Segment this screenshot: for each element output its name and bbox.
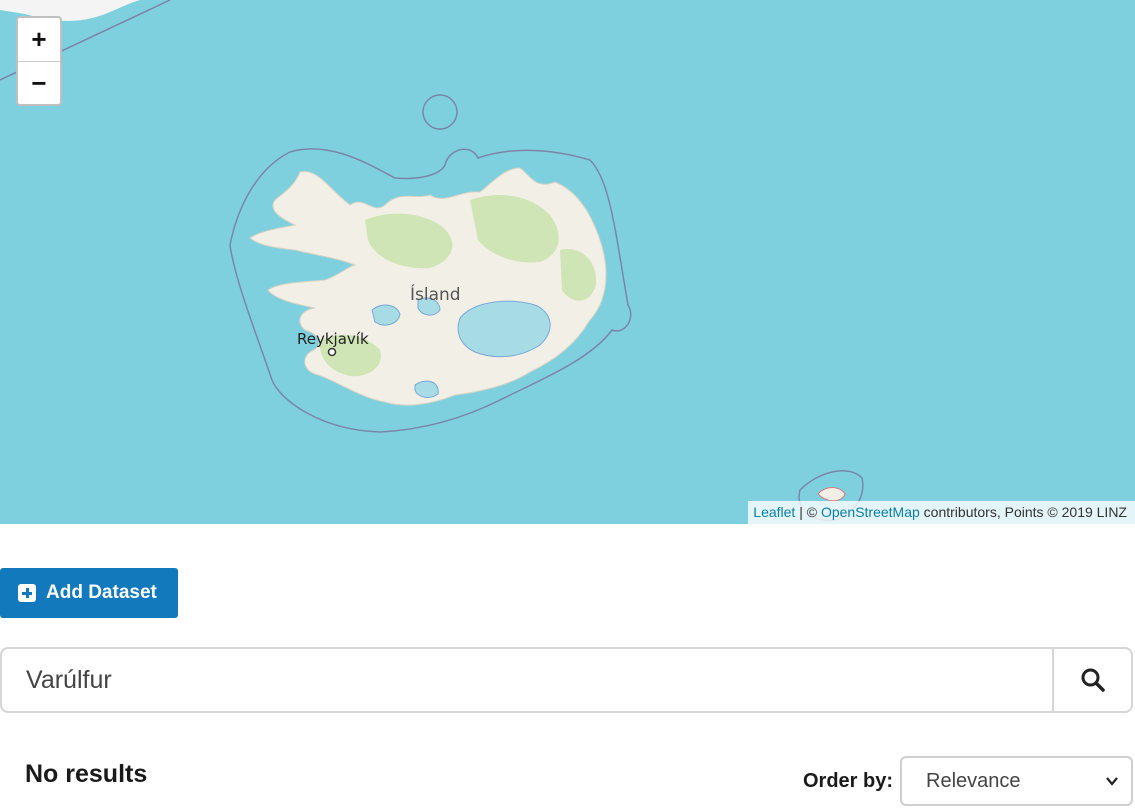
osm-link[interactable]: OpenStreetMap <box>821 504 920 520</box>
country-label: Ísland <box>410 283 461 305</box>
map-view[interactable]: Ísland Reykjavík + − Leaflet | © OpenStr… <box>0 0 1135 524</box>
zoom-in-button[interactable]: + <box>18 18 60 61</box>
attribution-separator: | © <box>795 504 821 520</box>
results-status: No results <box>25 760 148 788</box>
kolbeinsey-boundary <box>422 94 458 130</box>
map-tiles: Ísland Reykjavík <box>0 0 864 521</box>
search-input[interactable] <box>2 649 1052 711</box>
zoom-control: + − <box>16 16 62 106</box>
order-by-value: Relevance <box>926 769 1021 792</box>
add-dataset-label: Add Dataset <box>46 582 157 603</box>
glacier <box>371 304 401 326</box>
attribution-text: contributors, Points © 2019 LINZ <box>919 504 1127 520</box>
search-button[interactable] <box>1052 649 1131 711</box>
zoom-out-button[interactable]: − <box>18 61 60 104</box>
faroe-islands <box>817 487 846 502</box>
capital-marker <box>327 347 337 357</box>
search-icon <box>1081 668 1105 692</box>
map-attribution: Leaflet | © OpenStreetMap contributors, … <box>748 501 1135 524</box>
plus-square-icon <box>18 584 36 602</box>
add-dataset-button[interactable]: Add Dataset <box>0 568 178 618</box>
order-by-select[interactable]: Relevance <box>900 756 1133 806</box>
search-bar <box>0 647 1133 713</box>
leaflet-link[interactable]: Leaflet <box>753 504 795 520</box>
city-label: Reykjavík <box>297 330 369 348</box>
order-by-label: Order by: <box>803 770 894 792</box>
chevron-down-icon <box>1106 777 1118 786</box>
glacier <box>414 380 439 398</box>
